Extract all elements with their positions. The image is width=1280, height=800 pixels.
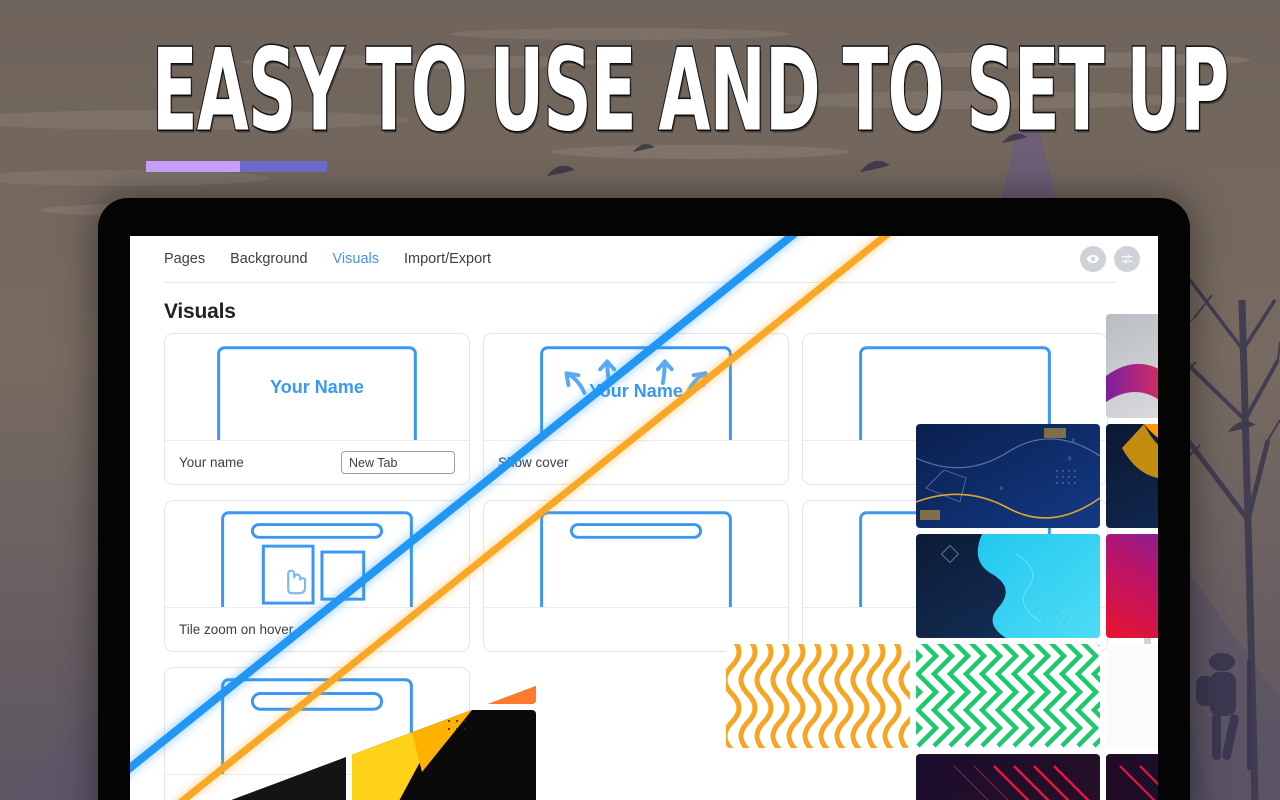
page-title: Visuals: [164, 300, 236, 323]
your-name-input[interactable]: [341, 451, 455, 474]
tab-bar-divider: [164, 282, 1116, 283]
tab-visuals[interactable]: Visuals: [333, 251, 379, 267]
your-name-illustration: Your Name: [165, 334, 469, 440]
promo-headline-block: EASY TO USE AND TO SET UP: [0, 33, 1280, 150]
your-name-preview-text: Your Name: [270, 376, 364, 397]
tab-import-export[interactable]: Import/Export: [404, 251, 491, 267]
tab-pages[interactable]: Pages: [164, 251, 205, 267]
accent-bar-segment-2: [240, 161, 327, 172]
show-cover-preview-text: Your Name: [589, 380, 683, 401]
accent-bar-segment-1: [146, 161, 241, 172]
tablet-screen: Pages Background Visuals Import/Export V…: [130, 236, 1158, 800]
card-footer: Tile zoom on hover: [165, 607, 469, 651]
card-footer: Show cover: [484, 440, 788, 484]
card-tile-zoom-on-hover[interactable]: Tile zoom on hover: [164, 500, 470, 652]
wallpaper-grey-red-wave[interactable]: [1106, 314, 1158, 418]
card-footer: Your name: [165, 440, 469, 484]
svg-text:x: x: [1000, 486, 1003, 492]
card-label-your-name: Your name: [179, 455, 244, 470]
card-label-show-cover: Show cover: [498, 455, 569, 470]
card-show-cover[interactable]: Your Name Show cover: [483, 333, 789, 485]
eye-icon[interactable]: [1080, 246, 1106, 272]
accent-bar: [146, 161, 327, 172]
tablet-device-frame: Pages Background Visuals Import/Export V…: [98, 198, 1190, 800]
card-your-name[interactable]: Your Name Your name: [164, 333, 470, 485]
page-title-headline: EASY TO USE AND TO SET UP: [151, 25, 1230, 158]
svg-text:x: x: [1072, 438, 1075, 444]
tile-zoom-illustration: [165, 501, 469, 607]
tab-background[interactable]: Background: [230, 251, 307, 267]
card-label-tile-zoom: Tile zoom on hover: [179, 622, 294, 637]
tab-bar: Pages Background Visuals Import/Export: [130, 236, 1158, 282]
show-cover-illustration: Your Name: [484, 334, 788, 440]
